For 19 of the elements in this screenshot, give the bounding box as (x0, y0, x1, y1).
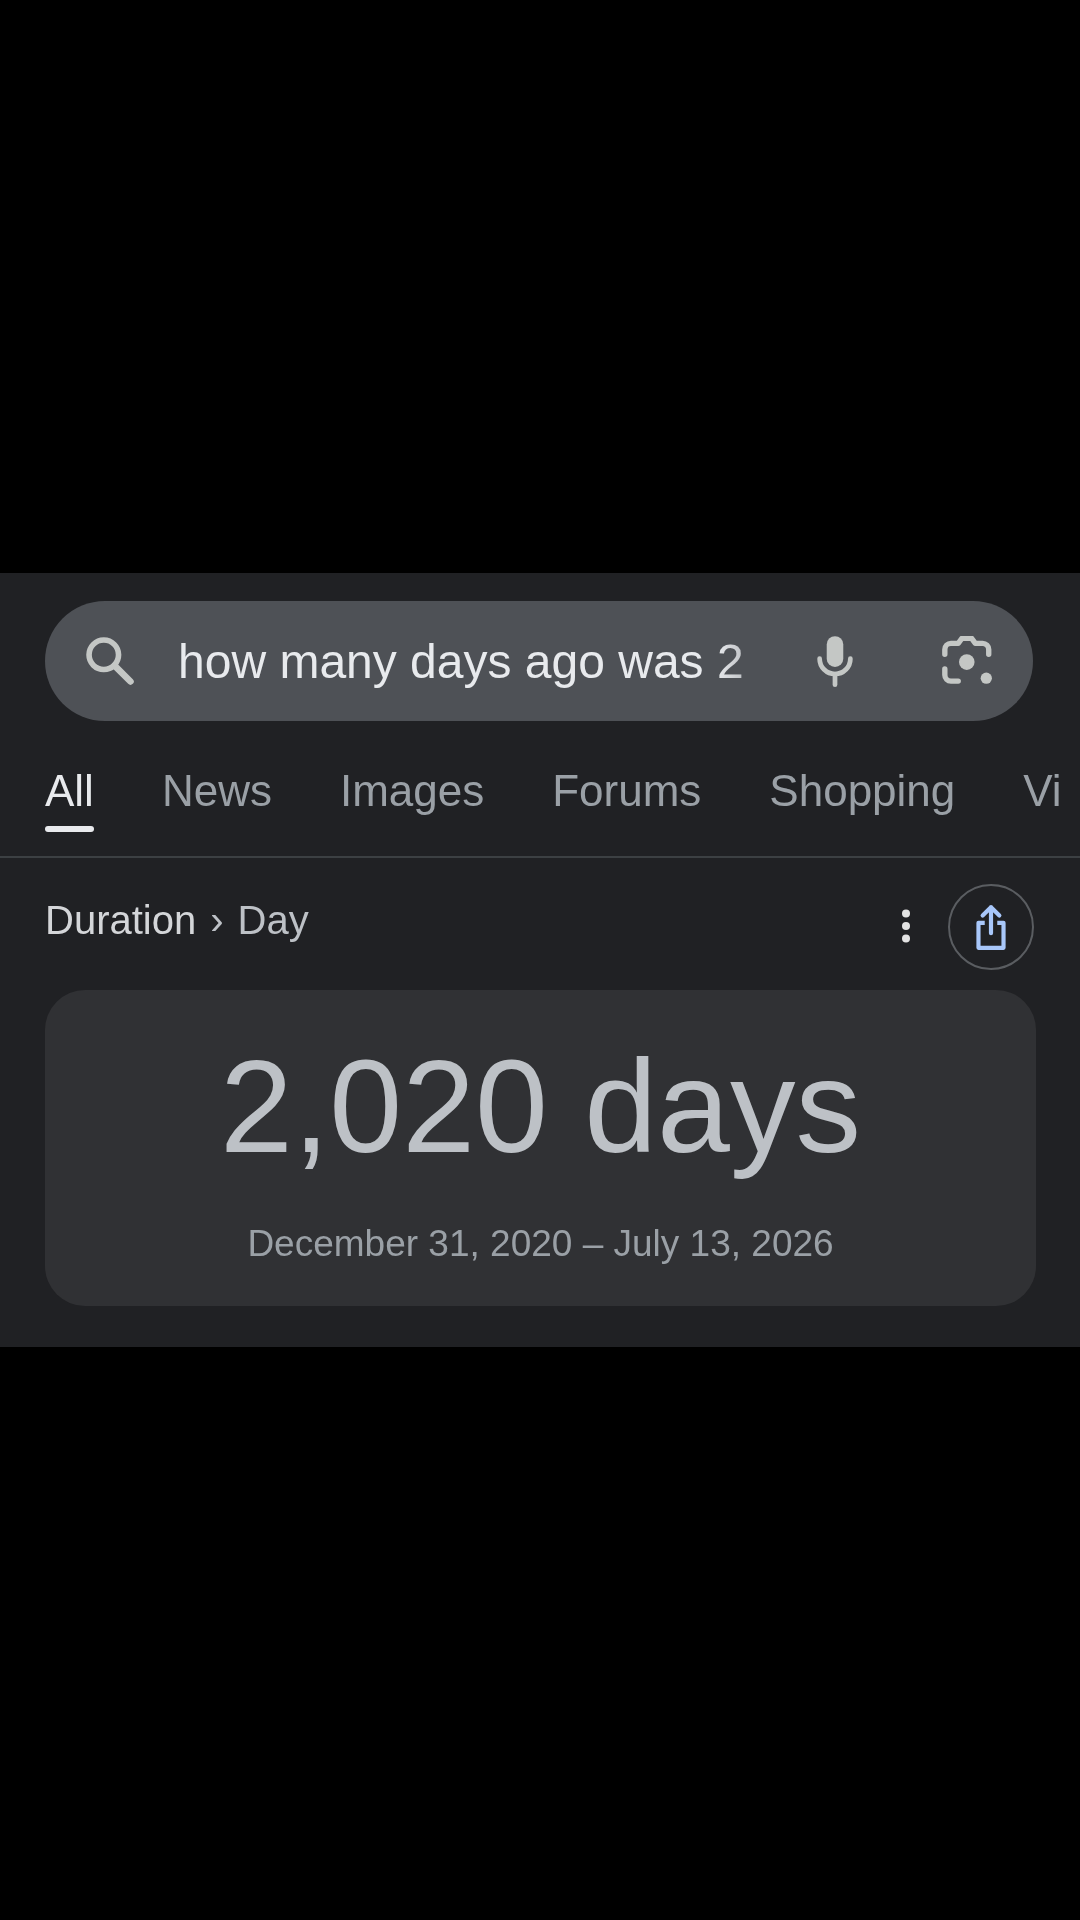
tab[interactable]: News (161, 765, 272, 832)
breadcrumb-separator: › (210, 897, 224, 944)
result-value: 2,020 days (220, 1032, 861, 1182)
date-range: December 31, 2020 – July 13, 2026 (247, 1222, 834, 1266)
microphone-icon[interactable] (816, 635, 854, 687)
search-field[interactable]: how many days ago was 2 (178, 630, 790, 692)
breadcrumb-item[interactable]: Duration (45, 896, 197, 944)
share-icon (975, 903, 1007, 951)
tab[interactable]: Forums (552, 765, 702, 832)
share-button[interactable] (948, 884, 1034, 970)
search-icon (86, 637, 134, 685)
tab[interactable]: Vi (1023, 765, 1062, 832)
tab[interactable]: Images (339, 765, 485, 832)
tab[interactable]: Shopping (769, 765, 956, 832)
tab[interactable]: All (45, 765, 94, 832)
more-options-icon[interactable] (899, 909, 913, 943)
camera-icon[interactable] (941, 636, 995, 686)
breadcrumb-item[interactable]: Day (237, 896, 309, 944)
search-bar[interactable]: how many days ago was 2 (45, 601, 1033, 721)
